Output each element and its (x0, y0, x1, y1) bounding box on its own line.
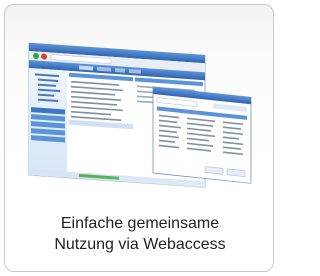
webaccess-screenshot-image (23, 42, 263, 213)
dialog-window (152, 86, 252, 184)
feature-caption: Einfache gemeinsame Nutzung via Webacces… (5, 213, 273, 255)
caption-line-2: Nutzung via Webaccess (54, 236, 226, 253)
feature-card: Einfache gemeinsame Nutzung via Webacces… (4, 4, 274, 272)
caption-line-1: Einfache gemeinsame (60, 215, 220, 232)
